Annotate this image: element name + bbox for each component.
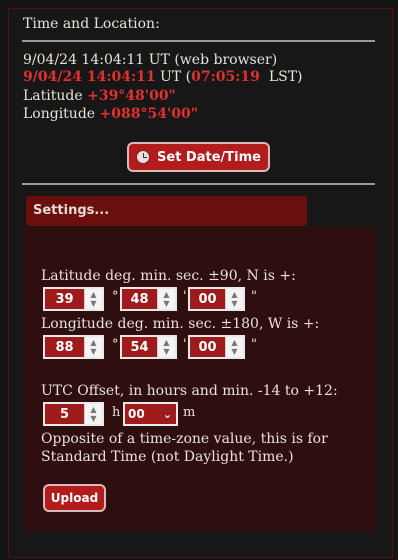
chevron-down-icon[interactable]: ▼ — [231, 347, 237, 356]
second-symbol: " — [251, 337, 257, 352]
chevron-up-icon[interactable]: ▲ — [90, 290, 96, 299]
lon-deg-arrows[interactable]: ▲ ▼ — [84, 337, 102, 357]
longitude-label: Longitude — [23, 106, 96, 122]
degree-symbol: ° — [112, 337, 119, 352]
chevron-down-icon[interactable]: ▼ — [231, 299, 237, 308]
chevron-up-icon[interactable]: ▲ — [231, 338, 237, 347]
lat-sec-stepper[interactable]: 00 ▲ ▼ — [188, 287, 245, 311]
second-symbol: " — [251, 289, 257, 304]
chevron-down-icon[interactable]: ▼ — [163, 299, 169, 308]
utc-hours-value: 5 — [45, 404, 84, 424]
utc-offset-label: UTC Offset, in hours and min. -14 to +12… — [41, 383, 338, 399]
lon-deg-value: 88 — [45, 337, 84, 357]
hours-unit: h — [112, 405, 121, 420]
lat-deg-stepper[interactable]: 39 ▲ ▼ — [43, 287, 104, 311]
utc-note-line-2: Standard Time (not Daylight Time.) — [41, 449, 294, 465]
lon-min-value: 54 — [122, 337, 157, 357]
utc-hours-stepper[interactable]: 5 ▲ ▼ — [43, 402, 104, 426]
minute-symbol: ' — [183, 289, 187, 304]
ut-label: UT ( — [160, 69, 192, 85]
chevron-up-icon[interactable]: ▲ — [163, 290, 169, 299]
set-datetime-label: Set Date/Time — [157, 149, 261, 165]
chevron-up-icon[interactable]: ▲ — [90, 405, 96, 414]
divider-middle — [22, 183, 375, 185]
lat-deg-arrows[interactable]: ▲ ▼ — [84, 289, 102, 309]
longitude-input-label: Longitude deg. min. sec. ±180, W is +: — [41, 316, 320, 332]
ut-lst-line: 9/04/24 14:04:11 UT (07:05:19 LST) — [23, 69, 303, 86]
lat-sec-arrows[interactable]: ▲ ▼ — [225, 289, 243, 309]
utc-minutes-select[interactable]: 00 ⌄ — [123, 402, 178, 426]
degree-symbol: ° — [112, 289, 119, 304]
latitude-line: Latitude +39°48'00" — [23, 88, 176, 105]
chevron-down-icon: ⌄ — [162, 407, 172, 421]
browser-time: 9/04/24 14:04:11 — [23, 52, 145, 68]
chevron-down-icon[interactable]: ▼ — [90, 414, 96, 423]
lat-min-value: 48 — [122, 289, 157, 309]
lat-min-stepper[interactable]: 48 ▲ ▼ — [120, 287, 177, 311]
utc-hours-arrows[interactable]: ▲ ▼ — [84, 404, 102, 424]
settings-header[interactable]: Settings... — [26, 196, 307, 226]
upload-button[interactable]: Upload — [43, 484, 106, 512]
ut-time: 9/04/24 14:04:11 — [23, 69, 156, 85]
lon-deg-stepper[interactable]: 88 ▲ ▼ — [43, 335, 104, 359]
lon-min-stepper[interactable]: 54 ▲ ▼ — [120, 335, 177, 359]
browser-time-line: 9/04/24 14:04:11 UT (web browser) — [23, 52, 277, 69]
chevron-up-icon[interactable]: ▲ — [163, 338, 169, 347]
chevron-down-icon[interactable]: ▼ — [163, 347, 169, 356]
set-datetime-button[interactable]: Set Date/Time — [127, 142, 270, 172]
utc-minutes-value: 00 — [128, 407, 145, 421]
lst-suffix: LST) — [268, 69, 303, 85]
chevron-up-icon[interactable]: ▲ — [90, 338, 96, 347]
chevron-up-icon[interactable]: ▲ — [231, 290, 237, 299]
browser-time-suffix: UT (web browser) — [148, 52, 278, 68]
chevron-down-icon[interactable]: ▼ — [90, 347, 96, 356]
section-title: Time and Location: — [23, 16, 160, 32]
lon-min-arrows[interactable]: ▲ ▼ — [157, 337, 175, 357]
lat-min-arrows[interactable]: ▲ ▼ — [157, 289, 175, 309]
lst-time: 07:05:19 — [191, 69, 260, 85]
chevron-down-icon[interactable]: ▼ — [90, 299, 96, 308]
lon-sec-arrows[interactable]: ▲ ▼ — [225, 337, 243, 357]
minute-symbol: ' — [183, 337, 187, 352]
minutes-unit: m — [183, 405, 196, 420]
divider-top — [22, 40, 375, 42]
lat-deg-value: 39 — [45, 289, 84, 309]
longitude-line: Longitude +088°54'00" — [23, 106, 198, 123]
longitude-value: +088°54'00" — [99, 106, 199, 122]
lon-sec-stepper[interactable]: 00 ▲ ▼ — [188, 335, 245, 359]
lat-sec-value: 00 — [190, 289, 225, 309]
latitude-input-label: Latitude deg. min. sec. ±90, N is +: — [41, 268, 296, 284]
latitude-value: +39°48'00" — [87, 88, 176, 104]
latitude-label: Latitude — [23, 88, 83, 104]
utc-note-line-1: Opposite of a time-zone value, this is f… — [41, 431, 328, 447]
lon-sec-value: 00 — [190, 337, 225, 357]
clock-icon — [136, 150, 151, 164]
